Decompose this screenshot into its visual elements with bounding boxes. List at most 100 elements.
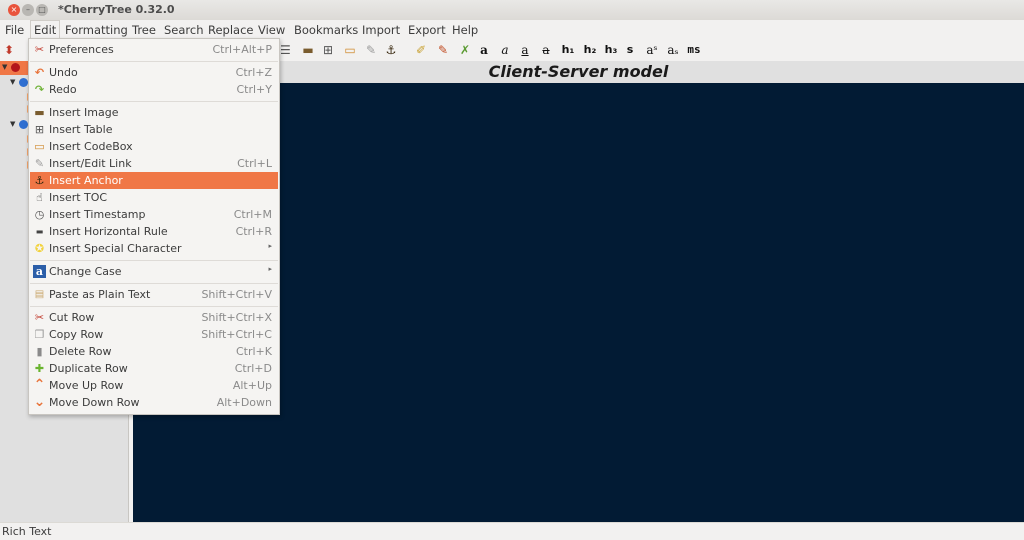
anchor-icon: ⚓ xyxy=(34,174,45,187)
menu-item-label: Cut Row xyxy=(49,311,95,324)
copy-icon: ❐ xyxy=(34,328,45,341)
status-bar: Rich Text xyxy=(0,522,1024,540)
menu-item-insert-toc[interactable]: ☝ Insert TOC xyxy=(30,189,278,206)
insert-table-icon[interactable]: ⊞ xyxy=(322,42,334,58)
table-icon: ⊞ xyxy=(34,123,45,136)
menu-item-label: Preferences xyxy=(49,43,114,56)
minimize-window-button[interactable]: – xyxy=(22,4,34,16)
menu-item-label: Copy Row xyxy=(49,328,104,341)
remove-formatting-icon[interactable]: ✗ xyxy=(459,42,471,58)
blue-node-icon xyxy=(19,120,28,129)
undo-icon: ↶ xyxy=(34,66,45,79)
expander-icon[interactable]: ▼ xyxy=(10,120,15,128)
insert-link-icon[interactable]: ✎ xyxy=(365,42,377,58)
menu-separator xyxy=(30,260,278,261)
menu-item-label: Delete Row xyxy=(49,345,112,358)
menu-item-delete-row[interactable]: ▮ Delete Row Ctrl+K xyxy=(30,343,278,360)
menu-item-accel: Ctrl+Y xyxy=(236,83,272,96)
menu-item-undo[interactable]: ↶ Undo Ctrl+Z xyxy=(30,64,278,81)
submenu-arrow-icon: ▸ xyxy=(268,242,272,250)
timestamp-icon: ◷ xyxy=(34,208,45,221)
menu-item-insert-edit-link[interactable]: ✎ Insert/Edit Link Ctrl+L xyxy=(30,155,278,172)
codebox-icon: ▭ xyxy=(34,140,45,153)
background-color-icon[interactable]: ✎ xyxy=(437,42,449,58)
italic-button[interactable]: a xyxy=(500,42,510,58)
menu-bookmarks[interactable]: Bookmarks xyxy=(294,23,358,37)
close-window-button[interactable]: × xyxy=(8,4,20,16)
bold-button[interactable]: a xyxy=(479,42,489,58)
menu-item-label: Insert TOC xyxy=(49,191,108,204)
cut-icon: ✂ xyxy=(34,311,45,324)
menu-item-label: Insert Special Character xyxy=(49,242,182,255)
menu-item-copy-row[interactable]: ❐ Copy Row Shift+Ctrl+C xyxy=(30,326,278,343)
link-icon: ✎ xyxy=(34,157,45,170)
menu-item-insert-table[interactable]: ⊞ Insert Table xyxy=(30,121,278,138)
menu-item-accel: Shift+Ctrl+X xyxy=(201,311,272,324)
blue-node-icon xyxy=(19,78,28,87)
menu-help[interactable]: Help xyxy=(452,23,478,37)
tree-add-node-icon[interactable]: ⬍ xyxy=(4,42,14,58)
menu-item-label: Insert Anchor xyxy=(49,174,123,187)
heading3-button[interactable]: h₃ xyxy=(604,42,618,58)
menu-file[interactable]: File xyxy=(5,23,24,37)
preferences-icon: ✂ xyxy=(34,43,45,56)
menu-item-preferences[interactable]: ✂ Preferences Ctrl+Alt+P xyxy=(30,41,278,58)
insert-codebox-icon[interactable]: ▭ xyxy=(344,42,356,58)
menu-item-label: Move Up Row xyxy=(49,379,124,392)
menu-item-change-case[interactable]: a Change Case ▸ xyxy=(30,263,278,280)
menu-item-redo[interactable]: ↷ Redo Ctrl+Y xyxy=(30,81,278,98)
menu-separator xyxy=(30,283,278,284)
menu-item-insert-timestamp[interactable]: ◷ Insert Timestamp Ctrl+M xyxy=(30,206,278,223)
menu-tree[interactable]: Tree xyxy=(132,23,156,37)
toc-icon: ☝ xyxy=(36,191,43,204)
menu-item-paste-as-plain-text[interactable]: ▤ Paste as Plain Text Shift+Ctrl+V xyxy=(30,286,278,303)
submenu-arrow-icon: ▸ xyxy=(268,265,272,273)
superscript-button[interactable]: aˢ xyxy=(645,42,659,58)
menu-item-accel: Ctrl+R xyxy=(235,225,272,238)
menu-item-move-up-row[interactable]: ⌃ Move Up Row Alt+Up xyxy=(30,377,278,394)
underline-button[interactable]: a xyxy=(520,42,530,58)
menu-item-accel: Shift+Ctrl+V xyxy=(201,288,272,301)
heading1-button[interactable]: h₁ xyxy=(561,42,575,58)
menu-item-label: Redo xyxy=(49,83,77,96)
window-title: *CherryTree 0.32.0 xyxy=(58,3,175,16)
maximize-window-button[interactable]: □ xyxy=(36,4,48,16)
special-character-icon: ✪ xyxy=(34,242,45,255)
menu-item-insert-image[interactable]: ▬ Insert Image xyxy=(30,104,278,121)
menu-item-move-down-row[interactable]: ⌄ Move Down Row Alt+Down xyxy=(30,394,278,411)
duplicate-icon: ✚ xyxy=(34,362,45,375)
menu-import[interactable]: Import xyxy=(362,23,400,37)
subscript-button[interactable]: aₛ xyxy=(666,42,680,58)
menu-view[interactable]: View xyxy=(258,23,285,37)
menu-item-insert-anchor[interactable]: ⚓ Insert Anchor xyxy=(30,172,278,189)
strikethrough-button[interactable]: a xyxy=(541,42,551,58)
menu-item-label: Duplicate Row xyxy=(49,362,128,375)
menu-separator xyxy=(30,101,278,102)
toolbar-list-icon[interactable]: ☰ xyxy=(280,42,291,58)
menu-item-insert-horizontal-rule[interactable]: ▬ Insert Horizontal Rule Ctrl+R xyxy=(30,223,278,240)
heading2-button[interactable]: h₂ xyxy=(583,42,597,58)
text-color-icon[interactable]: ✐ xyxy=(415,42,427,58)
menu-replace[interactable]: Replace xyxy=(208,23,254,37)
menu-item-accel: Shift+Ctrl+C xyxy=(201,328,272,341)
menu-item-cut-row[interactable]: ✂ Cut Row Shift+Ctrl+X xyxy=(30,309,278,326)
redo-icon: ↷ xyxy=(34,83,45,96)
menu-item-accel: Ctrl+K xyxy=(235,345,272,358)
expander-icon[interactable]: ▼ xyxy=(2,63,7,71)
menu-item-duplicate-row[interactable]: ✚ Duplicate Row Ctrl+D xyxy=(30,360,278,377)
insert-image-icon[interactable]: ▬ xyxy=(302,42,314,58)
menu-item-accel: Alt+Up xyxy=(232,379,272,392)
edit-menu-dropdown: ✂ Preferences Ctrl+Alt+P ↶ Undo Ctrl+Z ↷… xyxy=(28,38,280,415)
menu-item-label: Insert Timestamp xyxy=(49,208,146,221)
horizontal-rule-icon: ▬ xyxy=(35,227,44,236)
menu-item-accel: Ctrl+Z xyxy=(235,66,272,79)
menu-formatting[interactable]: Formatting xyxy=(65,23,128,37)
menu-export[interactable]: Export xyxy=(408,23,446,37)
expander-icon[interactable]: ▼ xyxy=(10,78,15,86)
menu-item-insert-special-character[interactable]: ✪ Insert Special Character ▸ xyxy=(30,240,278,257)
monospace-button[interactable]: ms xyxy=(686,42,702,58)
insert-anchor-icon[interactable]: ⚓ xyxy=(385,42,397,58)
menu-item-insert-codebox[interactable]: ▭ Insert CodeBox xyxy=(30,138,278,155)
menu-search[interactable]: Search xyxy=(164,23,204,37)
small-button[interactable]: s xyxy=(625,42,635,58)
